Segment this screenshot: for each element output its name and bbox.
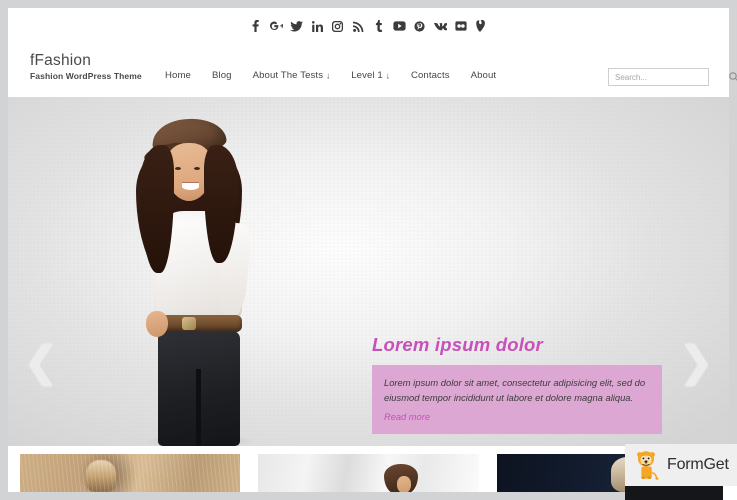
nav-label: Contacts — [410, 70, 450, 81]
slide-text-box: Lorem ipsum dolor sit amet, consectetur … — [372, 365, 662, 435]
formget-watermark: FormGet — [625, 444, 737, 486]
model-smile — [182, 183, 199, 190]
facebook-icon[interactable] — [249, 19, 262, 33]
hero-slider: Lorem ipsum dolor Lorem ipsum dolor sit … — [8, 97, 729, 446]
flickr-icon[interactable] — [454, 19, 467, 33]
content-card-grid — [20, 454, 717, 492]
header-main-row: fFashion Fashion WordPress Theme Home Bl… — [8, 44, 737, 97]
site-header: fFashion Fashion WordPress Theme Home Bl… — [8, 8, 737, 97]
site-tagline: Fashion WordPress Theme — [30, 71, 142, 82]
nav-label: About — [470, 70, 497, 81]
twitter-icon[interactable] — [290, 19, 304, 33]
chevron-right-icon: ❯ — [678, 337, 714, 386]
nav-item-about[interactable]: About — [471, 70, 497, 81]
nav-label: Blog — [212, 70, 232, 81]
nav-item-about-the-tests[interactable]: About The Tests ↓ — [253, 70, 343, 81]
search-form[interactable] — [608, 68, 737, 86]
content-card-2[interactable] — [258, 454, 479, 492]
pinterest-icon[interactable] — [413, 19, 426, 33]
model-belt-buckle — [182, 317, 196, 330]
slider-model-image — [116, 115, 276, 446]
vk-icon[interactable] — [433, 19, 447, 33]
tumblr-icon[interactable] — [372, 19, 385, 33]
search-input[interactable] — [609, 72, 729, 82]
nav-label: About The Tests — [252, 70, 324, 81]
slide-caption: Lorem ipsum dolor Lorem ipsum dolor sit … — [372, 334, 662, 435]
slide-description: Lorem ipsum dolor sit amet, consectetur … — [384, 377, 646, 403]
search-submit-button[interactable] — [729, 69, 737, 85]
linkedin-icon[interactable] — [311, 19, 324, 33]
nav-label: Home — [165, 70, 191, 81]
chevron-down-icon: ↓ — [326, 70, 331, 81]
site-title: fFashion — [30, 52, 92, 69]
nav-label: Level 1 — [351, 70, 383, 81]
rss-icon[interactable] — [352, 19, 365, 33]
chevron-left-icon: ❮ — [23, 337, 59, 386]
model-legs — [158, 329, 240, 446]
model-belt — [156, 315, 242, 332]
watermark-bottom-bar — [625, 486, 737, 500]
nav-item-home[interactable]: Home — [165, 70, 203, 81]
vine-icon[interactable] — [475, 19, 488, 33]
browser-screenshot: fFashion Fashion WordPress Theme Home Bl… — [0, 0, 737, 500]
lion-mascot-icon — [635, 450, 661, 480]
slide-title: Lorem ipsum dolor — [372, 334, 543, 355]
site-branding[interactable]: fFashion Fashion WordPress Theme — [30, 52, 142, 81]
google-plus-icon[interactable] — [269, 19, 283, 33]
slider-next-button[interactable]: ❯ — [678, 337, 714, 386]
instagram-icon[interactable] — [331, 19, 344, 33]
nav-item-blog[interactable]: Blog — [212, 70, 244, 81]
slider-prev-button[interactable]: ❮ — [23, 337, 59, 386]
primary-navigation: Home Blog About The Tests ↓ Level 1 ↓ Cont… — [165, 70, 496, 81]
search-icon — [729, 70, 737, 85]
watermark-bottom-bar-tip — [723, 486, 737, 500]
youtube-icon[interactable] — [393, 19, 406, 33]
watermark-label: FormGet — [667, 456, 729, 473]
content-card-1[interactable] — [20, 454, 241, 492]
model-hand — [146, 311, 168, 337]
nav-item-level-1[interactable]: Level 1 ↓ — [351, 70, 402, 81]
chevron-down-icon: ↓ — [385, 70, 390, 81]
read-more-link[interactable]: Read more — [384, 412, 430, 422]
nav-item-contacts[interactable]: Contacts — [411, 70, 462, 81]
content-strip — [8, 446, 729, 492]
social-links-bar — [8, 8, 729, 44]
